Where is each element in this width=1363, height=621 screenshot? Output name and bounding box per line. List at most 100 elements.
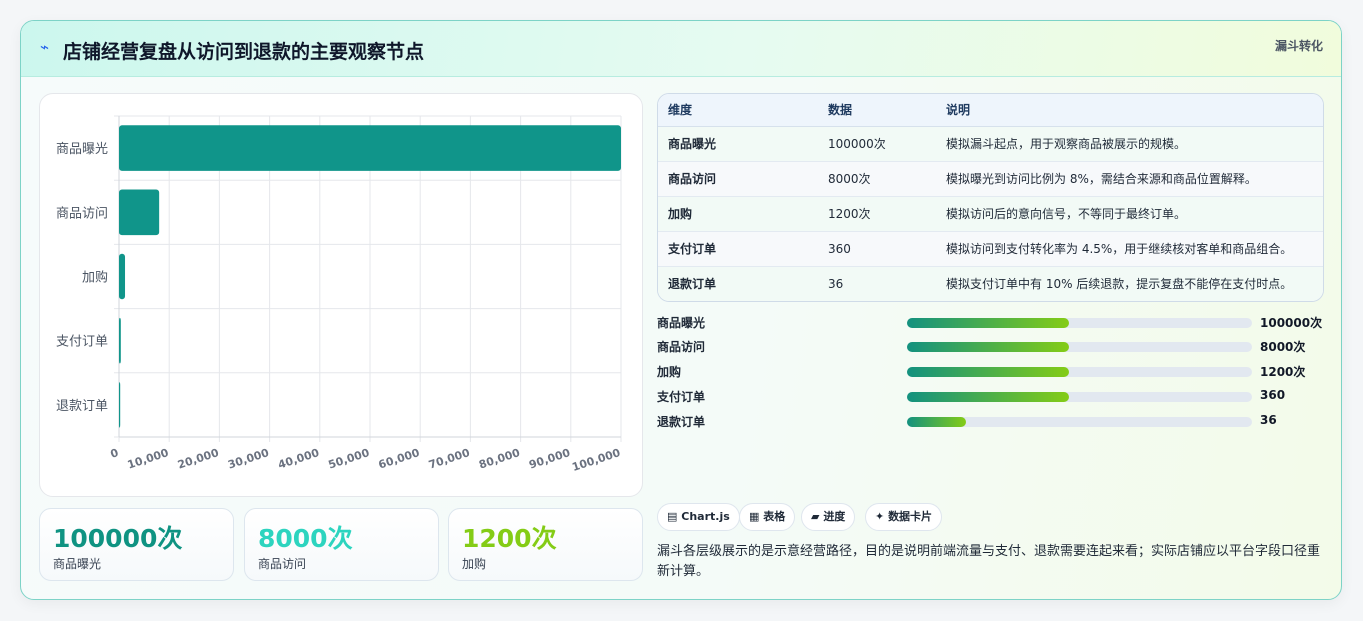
data-table: 维度 数据 说明 商品曝光 100000次 模拟漏斗起点，用于观察商品被展示的规…: [657, 93, 1324, 302]
table-cell: 商品曝光: [668, 137, 717, 151]
card-header: ⌁ 店铺经营复盘从访问到退款的主要观察节点 漏斗转化: [21, 21, 1341, 77]
chip-data-card[interactable]: ✦ 数据卡片: [865, 503, 943, 531]
pulse-icon: ⌁: [40, 38, 50, 56]
chip-table[interactable]: ▦ 表格: [739, 503, 796, 531]
column-header: 数据: [828, 103, 853, 117]
progress-track: [907, 367, 1252, 377]
stat-label: 加购: [462, 557, 487, 571]
x-tick-label: 80,000: [477, 446, 522, 472]
column-header: 说明: [946, 103, 971, 117]
table-cell: 模拟访问后的意向信号，不等同于最终订单。: [946, 207, 1187, 221]
progress-row: 加购 1200次: [657, 360, 1327, 382]
x-tick-label: 70,000: [427, 446, 472, 472]
table-cell: 100000次: [828, 137, 886, 151]
chart-icon: ▤: [667, 510, 678, 523]
progress-track: [907, 417, 1252, 427]
table-cell: 1200次: [828, 207, 871, 221]
table-cell: 模拟曝光到访问比例为 8%，需结合来源和商品位置解释。: [946, 172, 1257, 186]
table-row: 退款订单 36 模拟支付订单中有 10% 后续退款，提示复盘不能停在支付时点。: [658, 267, 1323, 301]
stat-card: 8000次 商品访问: [244, 508, 439, 581]
table-row: 支付订单 360 模拟访问到支付转化率为 4.5%，用于继续核对客单和商品组合。: [658, 232, 1323, 267]
progress-row: 退款订单 36: [657, 410, 1327, 432]
table-cell: 模拟支付订单中有 10% 后续退款，提示复盘不能停在支付时点。: [946, 277, 1293, 291]
x-tick-label: 0: [109, 446, 121, 461]
stat-label: 商品曝光: [53, 557, 102, 571]
progress-label: 退款订单: [657, 415, 706, 429]
table-row: 商品访问 8000次 模拟曝光到访问比例为 8%，需结合来源和商品位置解释。: [658, 162, 1323, 197]
funnel-bar-chart: 商品曝光商品访问加购支付订单退款订单 0 10,000 20,000 30,000 40,…: [39, 93, 643, 497]
category-label: 加购: [82, 270, 108, 286]
chip-label: 进度: [823, 510, 846, 523]
chip-label: 表格: [763, 510, 786, 523]
column-header: 维度: [668, 103, 693, 117]
progress-label: 加购: [657, 365, 682, 379]
table-icon: ▦: [749, 510, 760, 523]
dashboard-card: ⌁ 店铺经营复盘从访问到退款的主要观察节点 漏斗转化 商品曝光 商品访问 加购 支付订…: [20, 20, 1342, 600]
category-label: 支付订单: [56, 335, 108, 350]
table-cell: 支付订单: [668, 242, 717, 256]
progress-row: 商品访问 8000次: [657, 335, 1327, 357]
chip-progress[interactable]: ▰ 进度: [801, 503, 856, 531]
chip-chartjs[interactable]: ▤ Chart.js: [657, 503, 740, 531]
progress-value: 1200次: [1260, 365, 1306, 379]
stat-value: 1200次: [462, 524, 557, 553]
progress-value: 100000次: [1260, 316, 1323, 330]
table-cell: 模拟漏斗起点，用于观察商品被展示的规模。: [946, 137, 1187, 151]
stat-value: 8000次: [258, 524, 353, 553]
progress-value: 36: [1260, 413, 1277, 427]
progress-track: [907, 392, 1252, 402]
progress-icon: ▰: [811, 510, 820, 523]
footnote: 漏斗各层级展示的是示意经营路径，目的是说明前端流量与支付、退款需要连起来看；实际…: [657, 544, 1321, 579]
progress-fill: [907, 318, 1070, 328]
progress-fill: [907, 417, 966, 427]
x-tick-label: 100,000: [570, 446, 622, 474]
table-cell: 加购: [668, 207, 693, 221]
sparkle-icon: ✦: [875, 510, 885, 523]
table-row: 商品曝光 100000次 模拟漏斗起点，用于观察商品被展示的规模。: [658, 127, 1323, 162]
bar: [119, 317, 121, 364]
table-cell: 360: [828, 242, 851, 256]
progress-value: 360: [1260, 388, 1286, 402]
progress-value: 8000次: [1260, 340, 1306, 354]
x-tick-label: 50,000: [327, 446, 372, 472]
page-title: 店铺经营复盘从访问到退款的主要观察节点: [63, 41, 425, 63]
progress-fill: [907, 367, 1070, 377]
progress-fill: [907, 392, 1070, 402]
progress-track: [907, 342, 1252, 352]
table-cell: 模拟访问到支付转化率为 4.5%，用于继续核对客单和商品组合。: [946, 242, 1293, 256]
table-row: 加购 1200次 模拟访问后的意向信号，不等同于最终订单。: [658, 197, 1323, 232]
category-tag: 漏斗转化: [1274, 39, 1323, 53]
x-tick-label: 90,000: [527, 446, 572, 472]
table-cell: 36: [828, 277, 844, 291]
x-tick-label: 60,000: [377, 446, 422, 472]
progress-track: [907, 318, 1252, 328]
progress-label: 商品访问: [657, 340, 706, 354]
progress-fill: [907, 342, 1070, 352]
chip-label: 数据卡片: [888, 510, 933, 523]
table-cell: 退款订单: [668, 277, 717, 291]
table-cell: 商品访问: [668, 172, 717, 186]
progress-label: 商品曝光: [657, 316, 706, 330]
stat-card: 1200次 加购: [448, 508, 643, 581]
chip-label: Chart.js: [681, 510, 730, 523]
x-tick-label: 30,000: [226, 446, 271, 472]
bar: [119, 253, 126, 300]
progress-label: 支付订单: [657, 390, 706, 404]
bar: [119, 382, 121, 428]
chart-svg: 商品曝光商品访问加购支付订单退款订单 0 10,000 20,000 30,000 40,…: [56, 115, 622, 474]
stat-label: 商品访问: [258, 557, 307, 571]
bar: [119, 189, 160, 236]
category-label: 商品曝光: [56, 142, 108, 157]
table-header-row: 维度 数据 说明: [658, 94, 1323, 127]
stat-card: 100000次 商品曝光: [39, 508, 234, 581]
progress-row: 支付订单 360: [657, 385, 1327, 407]
bar: [119, 125, 621, 171]
x-tick-label: 20,000: [176, 446, 221, 472]
table-cell: 8000次: [828, 172, 871, 186]
progress-row: 商品曝光 100000次: [657, 311, 1327, 333]
stat-value: 100000次: [53, 524, 183, 553]
category-label: 商品访问: [56, 206, 108, 221]
x-tick-label: 10,000: [126, 446, 171, 472]
x-tick-label: 40,000: [276, 446, 321, 472]
category-label: 退款订单: [56, 399, 108, 414]
